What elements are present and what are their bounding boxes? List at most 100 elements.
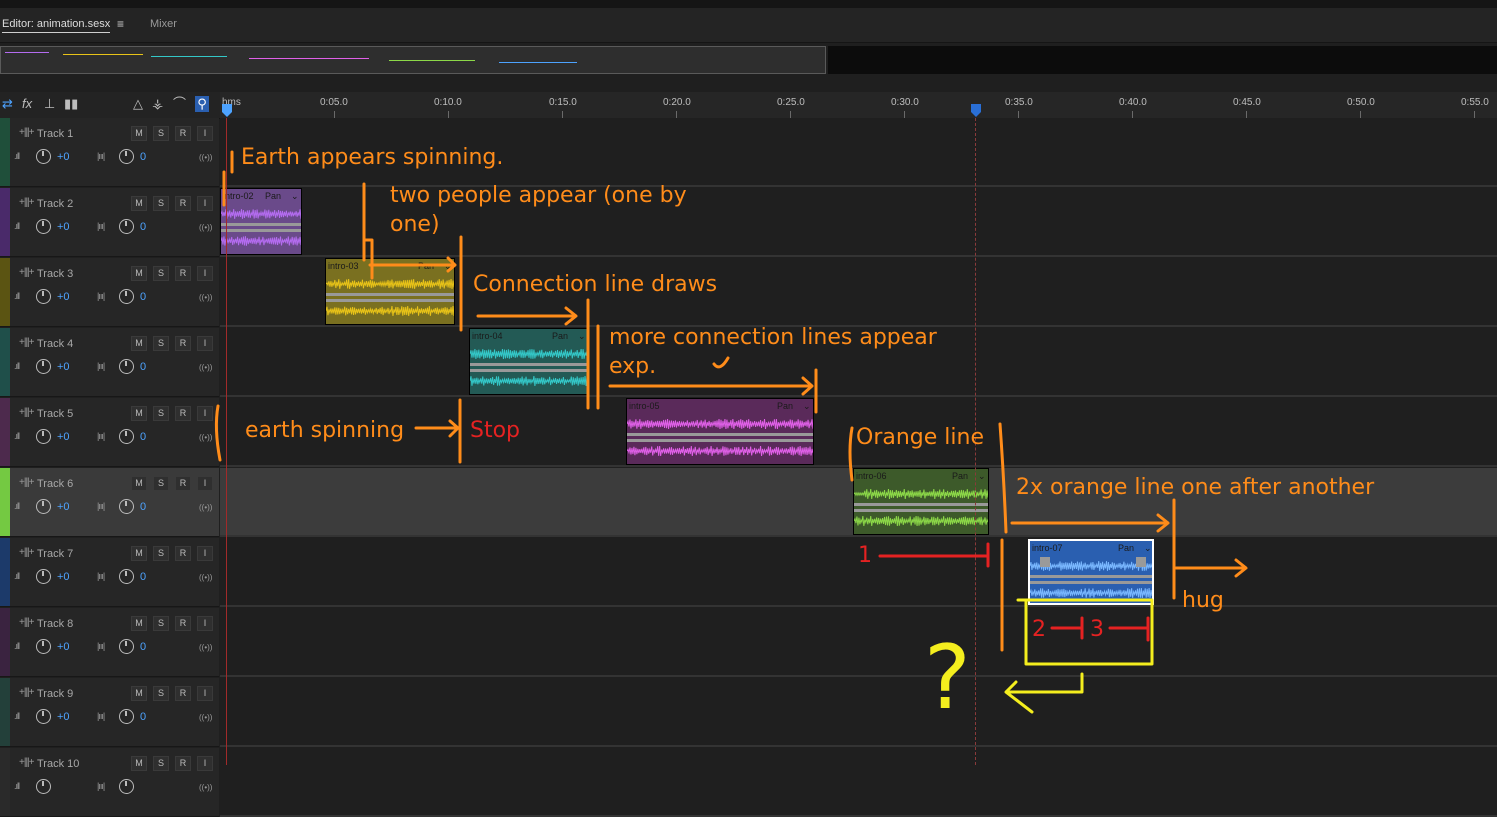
track-header[interactable]: +|||+ Track 10 M S R I .ıll |ııı| ((•)): [0, 748, 219, 817]
solo-button[interactable]: S: [153, 476, 169, 491]
record-arm-button[interactable]: R: [175, 756, 191, 771]
broadcast-icon[interactable]: ((•)): [199, 643, 212, 652]
broadcast-icon[interactable]: ((•)): [199, 783, 212, 792]
pan-value[interactable]: 0: [140, 571, 146, 583]
chevron-down-icon[interactable]: ⌄: [578, 331, 586, 342]
clip-pan-label[interactable]: Pan: [418, 261, 434, 271]
broadcast-icon[interactable]: ((•)): [199, 433, 212, 442]
solo-button[interactable]: S: [153, 546, 169, 561]
track-name[interactable]: Track 6: [37, 478, 73, 490]
input-monitor-button[interactable]: I: [197, 406, 213, 421]
input-monitor-button[interactable]: I: [197, 266, 213, 281]
solo-button[interactable]: S: [153, 336, 169, 351]
clip-pan-label[interactable]: Pan: [265, 191, 281, 201]
track-header[interactable]: +|||+ Track 5 M S R I .ıll +0 |ııı| 0 ((•)): [0, 398, 219, 467]
input-monitor-button[interactable]: I: [197, 126, 213, 141]
track-name[interactable]: Track 8: [37, 618, 73, 630]
input-monitor-button[interactable]: I: [197, 616, 213, 631]
broadcast-icon[interactable]: ((•)): [199, 573, 212, 582]
pan-value[interactable]: 0: [140, 431, 146, 443]
clip-pan-label[interactable]: Pan: [952, 471, 968, 481]
sends-icon[interactable]: ⊥: [44, 96, 55, 112]
solo-button[interactable]: S: [153, 196, 169, 211]
solo-button[interactable]: S: [153, 686, 169, 701]
track-header[interactable]: +|||+ Track 1 M S R I .ıll +0 |ııı| 0 ((•)): [0, 118, 219, 187]
pan-knob[interactable]: [119, 219, 134, 234]
pan-value[interactable]: 0: [140, 361, 146, 373]
volume-knob[interactable]: [36, 359, 51, 374]
pan-value[interactable]: 0: [140, 221, 146, 233]
track-header[interactable]: +|||+ Track 8 M S R I .ıll +0 |ııı| 0 ((•)): [0, 608, 219, 677]
volume-knob[interactable]: [36, 219, 51, 234]
track-header[interactable]: +|||+ Track 4 M S R I .ıll +0 |ııı| 0 ((•)): [0, 328, 219, 397]
pan-value[interactable]: 0: [140, 151, 146, 163]
audio-clip[interactable]: intro-07 Pan ⌄: [1028, 539, 1154, 605]
mute-button[interactable]: M: [131, 126, 147, 141]
audio-clip[interactable]: intro-04 Pan ⌄: [469, 328, 589, 395]
mute-button[interactable]: M: [131, 686, 147, 701]
playhead-marker-icon[interactable]: [221, 104, 233, 118]
input-monitor-button[interactable]: I: [197, 196, 213, 211]
track-header[interactable]: +|||+ Track 3 M S R I .ıll +0 |ııı| 0 ((•)): [0, 258, 219, 327]
fade-in-handle-icon[interactable]: [1040, 557, 1050, 567]
audio-clip[interactable]: intro-05 Pan ⌄: [626, 398, 814, 465]
broadcast-icon[interactable]: ((•)): [199, 363, 212, 372]
record-arm-button[interactable]: R: [175, 616, 191, 631]
input-monitor-button[interactable]: I: [197, 756, 213, 771]
chevron-down-icon[interactable]: ⌄: [444, 261, 452, 272]
broadcast-icon[interactable]: ((•)): [199, 223, 212, 232]
fx-icon[interactable]: fx: [22, 96, 32, 112]
input-monitor-button[interactable]: I: [197, 476, 213, 491]
mute-button[interactable]: M: [131, 196, 147, 211]
record-arm-button[interactable]: R: [175, 406, 191, 421]
metronome-icon[interactable]: △: [133, 96, 143, 112]
record-arm-button[interactable]: R: [175, 546, 191, 561]
pan-value[interactable]: 0: [140, 501, 146, 513]
broadcast-icon[interactable]: ((•)): [199, 293, 212, 302]
input-monitor-button[interactable]: I: [197, 686, 213, 701]
input-monitor-button[interactable]: I: [197, 546, 213, 561]
playback-marker-icon[interactable]: [970, 104, 982, 118]
pan-knob[interactable]: [119, 709, 134, 724]
fade-out-handle-icon[interactable]: [1136, 557, 1146, 567]
record-arm-button[interactable]: R: [175, 126, 191, 141]
pan-knob[interactable]: [119, 429, 134, 444]
time-ruler[interactable]: hms 0:05.0 0:10.0 0:15.0 0:20.0 0:25.0 0…: [220, 92, 1497, 119]
volume-knob[interactable]: [36, 709, 51, 724]
audio-clip[interactable]: intro-02 Pan ⌄: [220, 188, 302, 255]
solo-button[interactable]: S: [153, 126, 169, 141]
volume-value[interactable]: +0: [57, 571, 70, 583]
pan-knob[interactable]: [119, 359, 134, 374]
chevron-down-icon[interactable]: ⌄: [978, 471, 986, 482]
headphones-icon[interactable]: ⌒: [173, 96, 186, 112]
broadcast-icon[interactable]: ((•)): [199, 153, 212, 162]
solo-button[interactable]: S: [153, 616, 169, 631]
pan-knob[interactable]: [119, 289, 134, 304]
track-name[interactable]: Track 2: [37, 198, 73, 210]
track-header[interactable]: +|||+ Track 6 M S R I .ıll +0 |ııı| 0 ((•)): [0, 468, 219, 537]
eq-bars-icon[interactable]: ▮▮: [64, 96, 78, 112]
pin-icon[interactable]: ⚲: [195, 96, 209, 112]
volume-value[interactable]: +0: [57, 361, 70, 373]
volume-value[interactable]: +0: [57, 151, 70, 163]
input-monitor-button[interactable]: I: [197, 336, 213, 351]
tab-menu-icon[interactable]: ≡: [117, 17, 124, 31]
volume-value[interactable]: +0: [57, 641, 70, 653]
record-arm-button[interactable]: R: [175, 266, 191, 281]
mute-button[interactable]: M: [131, 756, 147, 771]
mute-button[interactable]: M: [131, 616, 147, 631]
mute-button[interactable]: M: [131, 546, 147, 561]
mute-button[interactable]: M: [131, 476, 147, 491]
pan-knob[interactable]: [119, 639, 134, 654]
pan-knob[interactable]: [119, 779, 134, 794]
chevron-down-icon[interactable]: ⌄: [803, 401, 811, 412]
chevron-down-icon[interactable]: ⌄: [291, 191, 299, 202]
track-name[interactable]: Track 4: [37, 338, 73, 350]
mute-button[interactable]: M: [131, 336, 147, 351]
volume-knob[interactable]: [36, 429, 51, 444]
swap-arrows-icon[interactable]: ⇄: [2, 96, 13, 112]
track-name[interactable]: Track 9: [37, 688, 73, 700]
track-name[interactable]: Track 5: [37, 408, 73, 420]
track-lane[interactable]: [220, 608, 1497, 677]
volume-value[interactable]: +0: [57, 291, 70, 303]
